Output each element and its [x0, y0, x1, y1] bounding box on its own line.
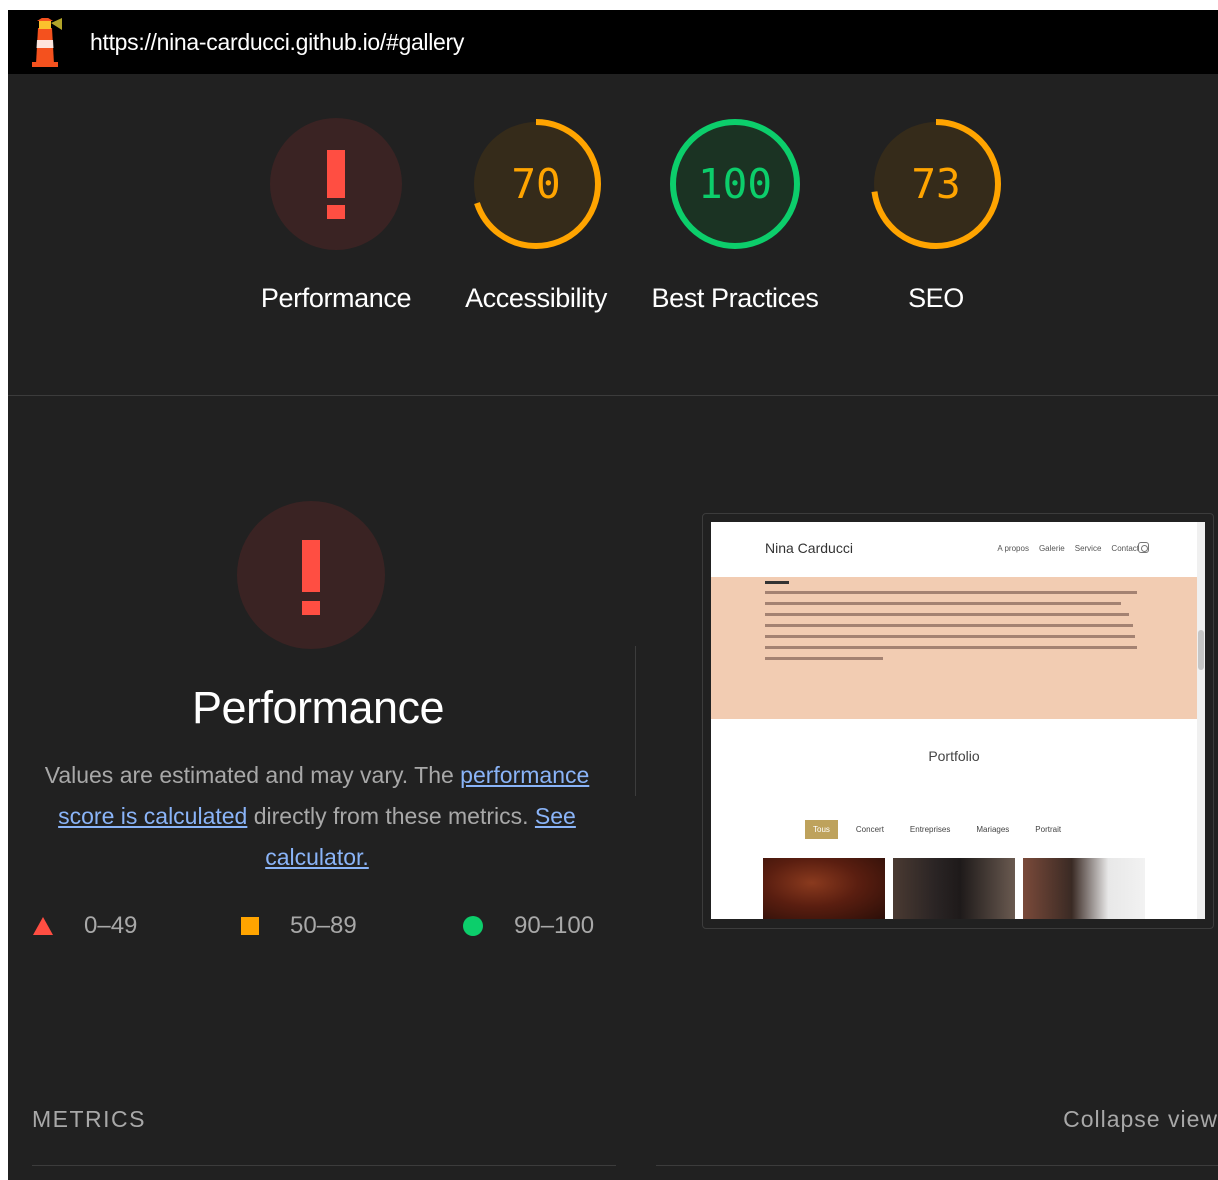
metrics-heading: METRICS [32, 1106, 146, 1132]
filter-entreprises: Entreprises [909, 825, 951, 834]
legend-pass: 90–100 [462, 912, 594, 940]
lighthouse-report: https://nina-carducci.github.io/#gallery… [8, 10, 1218, 1180]
error-mark-dot [327, 205, 345, 219]
gallery-image [893, 858, 1015, 919]
filter-concert: Concert [855, 825, 884, 834]
performance-description: Values are estimated and may vary. The p… [22, 755, 612, 878]
gauge-score-best-practices: 100 [698, 160, 772, 208]
site-nav-item: Service [1074, 544, 1102, 553]
url-bar: https://nina-carducci.github.io/#gallery [8, 10, 1218, 74]
page-url: https://nina-carducci.github.io/#gallery [90, 29, 465, 55]
score-legend: 0–49 50–89 90–100 [8, 912, 628, 952]
metrics-divider [32, 1165, 616, 1166]
gallery-filters: Tous Concert Entreprises Mariages Portra… [805, 820, 1069, 839]
gallery-image [763, 858, 885, 919]
seo-gauge-icon: 73 [871, 119, 1001, 249]
gauge-accessibility[interactable]: 70 Accessibility [451, 116, 621, 319]
about-text-line [765, 635, 1135, 638]
gauge-label-seo: SEO [908, 283, 964, 313]
score-summary: Performance 70 Accessibility 100 Best Pr… [8, 74, 1218, 396]
performance-title: Performance [191, 682, 445, 733]
screenshot-scrollbar [1197, 522, 1205, 919]
legend-average: 50–89 [240, 912, 357, 940]
legend-range-pass: 90–100 [514, 912, 595, 939]
legend-fail: 0–49 [32, 912, 137, 940]
error-mark-bar [327, 150, 345, 198]
gallery-thumbnails [763, 858, 1145, 919]
instagram-icon [1138, 542, 1149, 553]
metrics-divider [656, 1165, 1218, 1166]
about-text-line [765, 591, 1137, 594]
final-screenshot[interactable]: Nina Carducci A propos Galerie Service C… [702, 513, 1214, 929]
circle-icon [463, 916, 483, 936]
filter-mariages: Mariages [976, 825, 1010, 834]
about-heading-text [765, 581, 789, 584]
gauge-performance[interactable]: Performance [251, 116, 421, 319]
about-section [711, 577, 1197, 719]
best-practices-gauge-icon: 100 [670, 119, 800, 249]
lighthouse-icon [32, 18, 62, 67]
gauge-label-performance: Performance [260, 283, 412, 313]
section-divider [635, 646, 636, 796]
site-nav-item: A propos [997, 544, 1029, 553]
about-text-line [765, 646, 1137, 649]
triangle-icon [33, 917, 53, 935]
gauge-best-practices[interactable]: 100 Best Practices [650, 116, 820, 319]
filter-portrait: Portrait [1035, 825, 1062, 834]
collapse-view-toggle[interactable]: Collapse view [1063, 1106, 1218, 1133]
gallery-image [1023, 858, 1145, 919]
gauge-label-best-practices: Best Practices [651, 283, 819, 313]
desc-text-middle: directly from these metrics. [247, 803, 535, 829]
legend-range-fail: 0–49 [84, 912, 138, 939]
site-name: Nina Carducci [765, 540, 853, 556]
site-nav: A propos Galerie Service Contact [997, 544, 1139, 553]
portfolio-title: Portfolio [928, 748, 980, 764]
performance-gauge-icon [270, 118, 402, 250]
site-nav-item: Contact [1111, 544, 1139, 553]
about-text-line [765, 602, 1121, 605]
filter-tous: Tous [805, 820, 838, 839]
square-icon [241, 917, 259, 935]
performance-error-icon [237, 501, 385, 649]
about-text-line [765, 657, 883, 660]
about-text-line [765, 613, 1129, 616]
legend-range-average: 50–89 [290, 912, 357, 939]
about-text-line [765, 624, 1133, 627]
screenshot-page: Nina Carducci A propos Galerie Service C… [711, 522, 1197, 919]
desc-text-prefix: Values are estimated and may vary. The [44, 762, 461, 788]
site-nav-item: Galerie [1038, 544, 1065, 553]
gauge-seo[interactable]: 73 SEO [851, 116, 1021, 319]
gauge-score-accessibility: 70 [511, 160, 560, 208]
accessibility-gauge-icon: 70 [471, 119, 601, 249]
gauge-label-accessibility: Accessibility [465, 283, 607, 313]
gauge-score-seo: 73 [911, 160, 960, 208]
scrollbar-thumb [1198, 630, 1204, 670]
